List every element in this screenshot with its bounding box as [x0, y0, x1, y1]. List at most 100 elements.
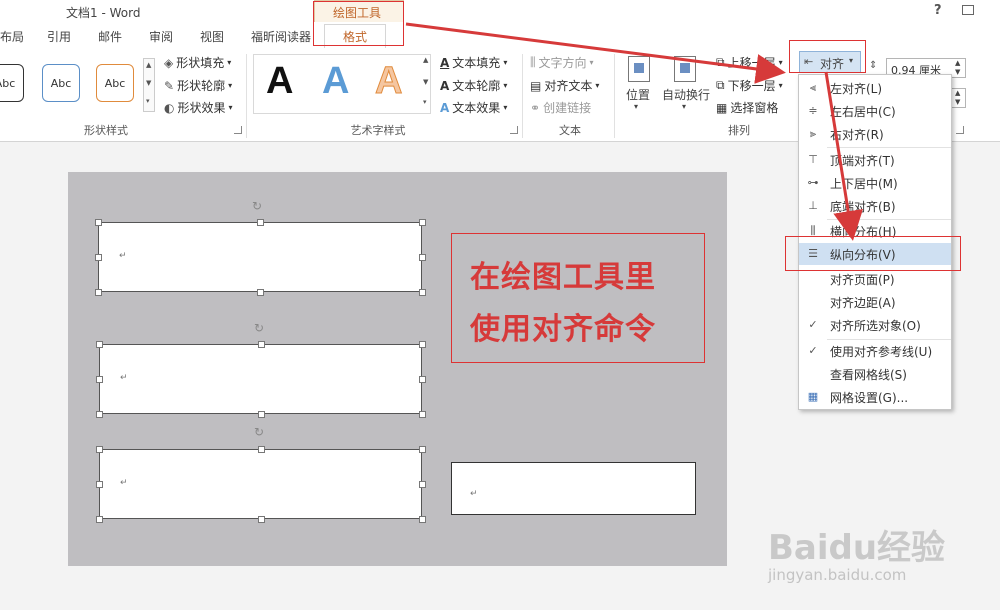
resize-handle[interactable]: [96, 446, 103, 453]
shape-fill-button[interactable]: ◈ 形状填充 ▾: [164, 54, 231, 71]
rotate-handle-icon[interactable]: ↻: [254, 322, 266, 334]
text-box-3[interactable]: ↵: [99, 449, 422, 519]
shape-outline-button[interactable]: ✎ 形状轮廓 ▾: [164, 77, 232, 94]
text-effects-button[interactable]: A 文本效果 ▾: [440, 99, 507, 116]
text-direction-button[interactable]: ⫼ 文字方向 ▾: [530, 54, 594, 71]
rotate-handle-icon[interactable]: ↻: [254, 426, 266, 438]
menu-item-align-to-page[interactable]: 对齐页面(P): [799, 268, 951, 290]
highlight-contextual-tab: [313, 1, 404, 46]
menu-separator: [827, 147, 951, 148]
wordart-sample[interactable]: A: [322, 60, 349, 103]
menu-item-align-to-margin[interactable]: 对齐边距(A): [799, 291, 951, 313]
resize-handle[interactable]: [95, 254, 102, 261]
resize-handle[interactable]: [96, 341, 103, 348]
resize-handle[interactable]: [257, 411, 265, 418]
resize-handle[interactable]: [95, 289, 102, 296]
watermark-url: jingyan.baidu.com: [768, 566, 907, 584]
shape-style-preset[interactable]: Abc: [42, 64, 80, 102]
menu-item-label: 顶端对齐(T): [830, 153, 895, 168]
gallery-scroll[interactable]: ▲ ▼ ▾: [143, 58, 155, 112]
menu-item-align-right[interactable]: ⫸ 右对齐(R): [799, 123, 951, 145]
menu-item-alignment-guides[interactable]: ✓ 使用对齐参考线(U): [799, 340, 951, 362]
resize-handle[interactable]: [419, 411, 426, 418]
text-fill-button[interactable]: A 文本填充 ▾: [440, 54, 507, 71]
resize-handle[interactable]: [257, 341, 265, 348]
tab-layout[interactable]: 布局: [0, 28, 24, 45]
align-middle-icon: ⊶: [807, 176, 819, 189]
text-box-4[interactable]: ↵: [451, 462, 696, 515]
wrap-text-button[interactable]: 自动换行 ▾: [662, 54, 712, 114]
text-box-2[interactable]: ↵: [99, 344, 422, 414]
group-label-text: 文本: [559, 124, 581, 137]
check-icon: ✓: [808, 344, 818, 357]
text-outline-button[interactable]: A 文本轮廓 ▾: [440, 77, 507, 94]
menu-item-grid-settings[interactable]: ▦ 网格设置(G)...: [799, 386, 951, 408]
menu-item-label: 查看网格线(S): [830, 367, 907, 382]
callout-box: 在绘图工具里 使用对齐命令: [451, 233, 705, 363]
resize-handle[interactable]: [419, 481, 426, 488]
tab-view[interactable]: 视图: [200, 28, 224, 45]
menu-item-label: 网格设置(G)...: [830, 390, 909, 405]
resize-handle[interactable]: [96, 481, 103, 488]
position-button[interactable]: 位置 ▾: [624, 54, 654, 114]
help-icon[interactable]: ?: [934, 3, 942, 18]
menu-item-align-selected[interactable]: ✓ 对齐所选对象(O): [799, 314, 951, 336]
restore-icon[interactable]: [962, 5, 974, 15]
align-top-icon: ⊤: [808, 153, 818, 166]
resize-handle[interactable]: [96, 516, 103, 523]
align-text-icon: ▤: [530, 78, 542, 93]
rotate-handle-icon[interactable]: ↻: [252, 200, 264, 212]
resize-handle[interactable]: [257, 219, 264, 226]
paragraph-mark: ↵: [120, 478, 128, 488]
create-link-button[interactable]: ⚭ 创建链接: [530, 99, 591, 116]
grid-icon: ▦: [807, 390, 819, 403]
tab-references[interactable]: 引用: [47, 28, 71, 45]
window-title: 文档1 - Word: [66, 6, 141, 20]
resize-handle[interactable]: [419, 219, 426, 226]
align-text-button[interactable]: ▤ 对齐文本 ▾: [530, 77, 599, 94]
title-bar: 文档1 - Word 绘图工具 ?: [0, 0, 1000, 46]
dialog-launcher-icon[interactable]: [234, 126, 242, 134]
resize-handle[interactable]: [419, 446, 426, 453]
tab-review[interactable]: 审阅: [149, 28, 173, 45]
shape-effects-button[interactable]: ◐ 形状效果 ▾: [164, 99, 233, 116]
resize-handle[interactable]: [257, 516, 265, 523]
resize-handle[interactable]: [95, 219, 102, 226]
resize-handle[interactable]: [96, 376, 103, 383]
menu-item-align-top[interactable]: ⊤ 顶端对齐(T): [799, 149, 951, 171]
tab-mailings[interactable]: 邮件: [98, 28, 122, 45]
shape-style-preset[interactable]: Abc: [96, 64, 134, 102]
resize-handle[interactable]: [257, 289, 264, 296]
text-box-1[interactable]: ↵: [98, 222, 422, 292]
group-label-arrange: 排列: [728, 124, 750, 137]
bring-forward-button[interactable]: ⧉ 上移一层 ▾: [716, 54, 783, 71]
resize-handle[interactable]: [419, 341, 426, 348]
wordart-sample[interactable]: A: [374, 60, 402, 103]
resize-handle[interactable]: [419, 254, 426, 261]
menu-item-align-left[interactable]: ⫷ 左对齐(L): [799, 77, 951, 99]
align-left-icon: ⫷: [809, 81, 817, 94]
highlight-distribute-vertical: [785, 236, 961, 271]
resize-handle[interactable]: [419, 289, 426, 296]
selection-pane-button[interactable]: ▦ 选择窗格: [716, 99, 778, 116]
menu-item-view-gridlines[interactable]: 查看网格线(S): [799, 363, 951, 385]
resize-handle[interactable]: [96, 411, 103, 418]
align-bottom-icon: ⊥: [808, 199, 818, 212]
resize-handle[interactable]: [257, 446, 265, 453]
tab-foxit[interactable]: 福昕阅读器: [251, 28, 311, 45]
preset-label: Abc: [0, 76, 16, 90]
menu-item-align-bottom[interactable]: ⊥ 底端对齐(B): [799, 195, 951, 217]
wordart-sample[interactable]: A: [266, 60, 293, 103]
dialog-launcher-icon[interactable]: [956, 126, 964, 134]
dialog-launcher-icon[interactable]: [510, 126, 518, 134]
send-backward-button[interactable]: ⧉ 下移一层 ▾: [716, 77, 783, 94]
menu-item-align-middle[interactable]: ⊶ 上下居中(M): [799, 172, 951, 194]
menu-item-label: 使用对齐参考线(U): [830, 344, 933, 359]
resize-handle[interactable]: [419, 516, 426, 523]
menu-item-align-center[interactable]: ≑ 左右居中(C): [799, 100, 951, 122]
text-outline-label: 文本轮廓: [452, 79, 501, 93]
shape-style-preset[interactable]: Abc: [0, 64, 24, 102]
text-fill-icon: A: [440, 55, 450, 70]
resize-handle[interactable]: [419, 376, 426, 383]
wordart-gallery-scroll[interactable]: ▲ ▼ ▾: [422, 56, 432, 112]
